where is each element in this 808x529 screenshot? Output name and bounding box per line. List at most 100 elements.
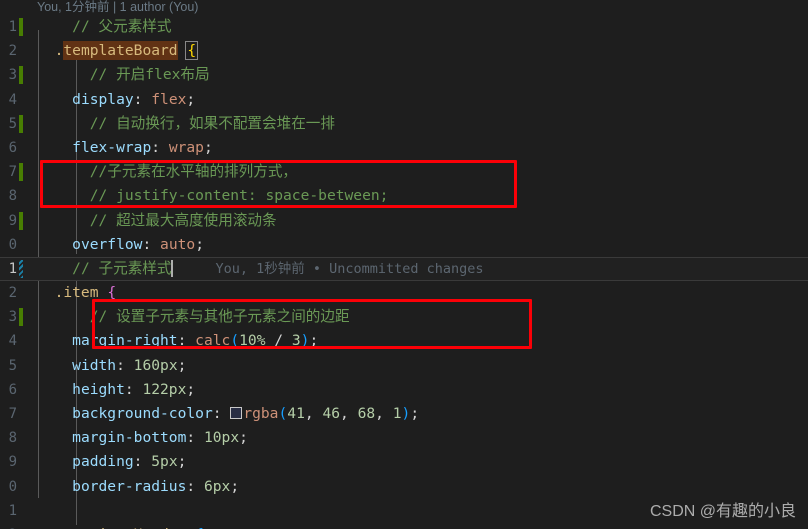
- code-token: rgba: [243, 405, 279, 422]
- line-content[interactable]: // 自动换行，如果不配置会堆在一排: [37, 112, 335, 136]
- code-line[interactable]: 3 // 设置子元素与其他子元素之间的边距: [0, 305, 808, 329]
- code-token: ;: [195, 235, 204, 253]
- code-token: /: [265, 332, 292, 350]
- code-line[interactable]: 0 overflow: auto;: [0, 233, 808, 257]
- line-content[interactable]: width: 160px;: [37, 354, 186, 378]
- git-change-marker-added[interactable]: [19, 211, 23, 230]
- line-content[interactable]: height: 122px;: [37, 378, 195, 402]
- line-number: 3: [8, 67, 17, 84]
- code-token: 5px: [151, 453, 178, 471]
- code-line[interactable]: 9 // 超过最大高度使用滚动条: [0, 209, 808, 233]
- line-content[interactable]: // 子元素样式 You, 1秒钟前 • Uncommitted changes: [37, 257, 484, 281]
- line-content[interactable]: .itemHeader {: [37, 523, 204, 529]
- code-token: :: [116, 356, 134, 374]
- line-content[interactable]: // 设置子元素与其他子元素之间的边距: [37, 305, 350, 329]
- line-number: 9: [8, 212, 17, 229]
- code-token: 3: [291, 332, 301, 350]
- code-line[interactable]: 0 border-radius: 6px;: [0, 475, 808, 499]
- code-lines[interactable]: 1 // 父元素样式 2 .templateBoard {3 // 开启flex布…: [0, 15, 808, 529]
- line-number: 1: [8, 19, 17, 35]
- line-number: 1: [8, 502, 17, 519]
- code-token: padding: [72, 453, 134, 471]
- git-change-marker-added[interactable]: [19, 163, 23, 182]
- code-line[interactable]: 7 background-color: rgba(41, 46, 68, 1);: [0, 402, 808, 426]
- line-number: 8: [8, 430, 17, 447]
- code-token: 10px: [203, 429, 240, 447]
- code-line[interactable]: 6 height: 122px;: [0, 378, 808, 402]
- git-change-marker-added[interactable]: [19, 114, 23, 133]
- code-token: ;: [177, 356, 187, 374]
- line-content[interactable]: padding: 5px;: [37, 450, 186, 474]
- code-line[interactable]: 2 .item {: [0, 281, 808, 305]
- inline-git-blame[interactable]: You, 1秒钟前 • Uncommitted changes: [173, 261, 483, 277]
- line-number: 0: [8, 478, 17, 495]
- code-token: 46: [322, 405, 341, 422]
- code-line[interactable]: 9 padding: 5px;: [0, 450, 808, 474]
- color-swatch-icon[interactable]: [230, 407, 243, 419]
- watermark: CSDN @有趣的小良: [649, 503, 796, 520]
- line-content[interactable]: flex-wrap: wrap;: [37, 136, 213, 160]
- code-line[interactable]: 6 flex-wrap: wrap;: [0, 136, 808, 160]
- code-line[interactable]: 5 width: 160px;: [0, 354, 808, 378]
- code-token: 10%: [239, 332, 266, 350]
- line-content[interactable]: // 超过最大高度使用滚动条: [37, 209, 277, 233]
- line-content[interactable]: display: flex;: [37, 88, 195, 112]
- line-number: 7: [8, 406, 17, 422]
- line-content[interactable]: overflow: auto;: [37, 233, 204, 257]
- code-line[interactable]: 4 display: flex;: [0, 88, 808, 112]
- code-token: ,: [375, 405, 393, 422]
- code-line[interactable]: 5 // 自动换行，如果不配置会堆在一排: [0, 112, 808, 136]
- line-content[interactable]: //子元素在水平轴的排列方式，: [37, 160, 297, 184]
- git-change-marker-added[interactable]: [19, 18, 23, 36]
- line-content[interactable]: .item {: [37, 281, 117, 305]
- code-token: (: [278, 405, 288, 422]
- code-line[interactable]: 7 //子元素在水平轴的排列方式，: [0, 160, 808, 184]
- code-comment: // 超过最大高度使用滚动条: [89, 211, 277, 229]
- git-change-marker-added[interactable]: [19, 308, 23, 327]
- git-change-marker-modified[interactable]: [19, 259, 23, 278]
- line-content[interactable]: margin-right: calc(10% / 3);: [37, 329, 318, 353]
- line-number: 6: [8, 381, 17, 398]
- line-content[interactable]: margin-bottom: 10px;: [37, 426, 248, 450]
- code-token: wrap: [168, 138, 204, 156]
- code-comment: // 开启flex布局: [89, 66, 210, 84]
- code-line[interactable]: 3 // 开启flex布局: [0, 63, 808, 87]
- code-token: :: [212, 405, 231, 422]
- code-line[interactable]: 1 // 父元素样式: [0, 15, 808, 39]
- line-content[interactable]: // justify-content: space-between;: [37, 184, 389, 208]
- line-number: 2: [8, 285, 17, 302]
- code-line[interactable]: 2 .templateBoard {: [0, 39, 808, 63]
- line-content[interactable]: // 开启flex布局: [37, 63, 210, 87]
- code-comment: // justify-content: space-between;: [89, 187, 389, 205]
- code-line[interactable]: 8 margin-bottom: 10px;: [0, 426, 808, 450]
- line-number: 0: [8, 236, 17, 253]
- code-line[interactable]: 4 margin-right: calc(10% / 3);: [0, 329, 808, 353]
- git-change-marker-added[interactable]: [19, 66, 23, 85]
- code-token: background-color: [72, 405, 213, 422]
- code-comment: //子元素在水平轴的排列方式，: [89, 163, 298, 181]
- code-line[interactable]: 2 .itemHeader {: [0, 523, 808, 529]
- code-line[interactable]: 1 // 子元素样式 You, 1秒钟前 • Uncommitted change…: [0, 256, 808, 282]
- line-number: 8: [8, 188, 17, 205]
- code-comment: // 自动换行，如果不配置会堆在一排: [89, 114, 335, 132]
- line-content[interactable]: border-radius: 6px;: [37, 475, 239, 499]
- code-token: margin-right: [72, 332, 178, 350]
- code-editor[interactable]: You, 1分钟前 | 1 author (You) 1 // 父元素样式 2 .…: [0, 0, 808, 529]
- line-content[interactable]: // 父元素样式: [37, 15, 171, 39]
- selected-text: templateBoard: [63, 41, 178, 61]
- code-line[interactable]: 8 // justify-content: space-between;: [0, 184, 808, 208]
- line-content[interactable]: .templateBoard {: [37, 39, 199, 63]
- line-content[interactable]: background-color: rgba(41, 46, 68, 1);: [37, 402, 419, 426]
- line-number: 4: [8, 333, 17, 350]
- code-token: calc: [195, 332, 231, 350]
- code-token: overflow: [72, 235, 143, 253]
- code-token: ;: [239, 429, 248, 447]
